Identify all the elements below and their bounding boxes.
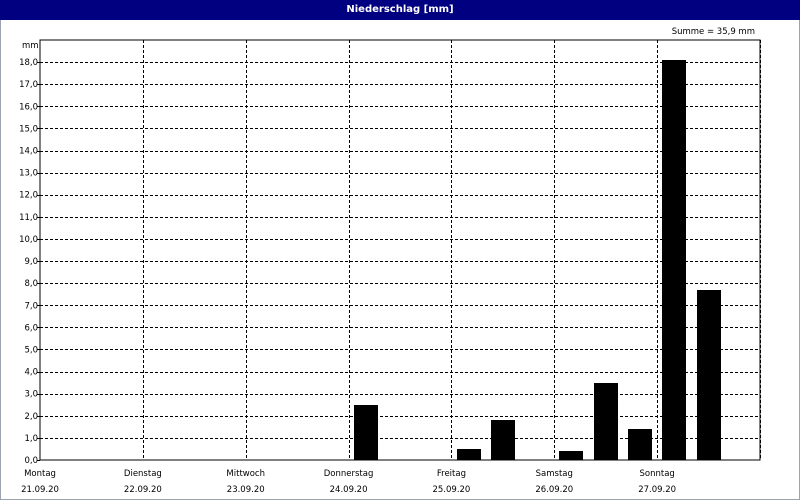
y-tick-label: 16,0 <box>19 102 38 112</box>
y-tick-label: 6,0 <box>24 323 38 333</box>
y-tick-label: 3,0 <box>24 390 38 400</box>
y-tick-label: 10,0 <box>19 235 38 245</box>
x-tick-label-date: 21.09.20 <box>21 485 59 495</box>
x-tick-label-day: Donnerstag <box>324 469 374 479</box>
y-tick-label: 15,0 <box>19 124 38 134</box>
x-tick-labels: Montag 21.09.20 Dienstag 22.09.20 Mittwoch 23… <box>21 469 676 495</box>
x-tick-label-day: Dienstag <box>124 469 162 479</box>
y-tick-label: 8,0 <box>24 279 38 289</box>
y-tick-label: 18,0 <box>19 58 38 68</box>
x-tick-label-date: 27.09.20 <box>638 485 676 495</box>
y-tick-label: 4,0 <box>24 368 38 378</box>
bar <box>662 60 686 460</box>
bar <box>457 449 481 460</box>
y-tick-label: 14,0 <box>19 147 38 157</box>
y-tick-label: 11,0 <box>19 213 38 223</box>
x-tick-label-date: 25.09.20 <box>432 485 470 495</box>
x-tick-label-date: 26.09.20 <box>535 485 573 495</box>
plot-area-border <box>39 39 761 461</box>
x-tick-label-date: 22.09.20 <box>124 485 162 495</box>
y-tick-label: 9,0 <box>24 257 38 267</box>
y-tick-label: 0,0 <box>24 456 38 466</box>
x-tick-label-day: Freitag <box>437 469 466 479</box>
y-tick-label: 17,0 <box>19 80 38 90</box>
bar <box>354 405 378 460</box>
bars-group <box>354 60 721 460</box>
bar <box>559 451 583 460</box>
x-tick-label-day: Sonntag <box>639 469 674 479</box>
x-tick-label-date: 24.09.20 <box>330 485 368 495</box>
grid-lines <box>40 40 761 460</box>
y-tick-label: 2,0 <box>24 412 38 422</box>
y-tick-labels: 0,0 1,0 2,0 3,0 4,0 5,0 6,0 7,0 8,0 9,0 10,0 11,0 12… <box>19 58 40 466</box>
bar <box>491 420 515 460</box>
x-tick-label-date: 23.09.20 <box>227 485 265 495</box>
y-tick-label: 1,0 <box>24 434 38 444</box>
precipitation-chart: Summe = 35,9 mm mm 0,0 1,0 2,0 3,0 4,0 5,0 6,0… <box>19 27 761 495</box>
bar <box>628 429 652 460</box>
y-tick-label: 7,0 <box>24 301 38 311</box>
y-tick-label: 5,0 <box>24 345 38 355</box>
y-tick-label: 12,0 <box>19 191 38 201</box>
x-tick-label-day: Samstag <box>536 469 573 479</box>
bar <box>697 290 721 460</box>
y-axis-unit-label: mm <box>22 41 39 51</box>
sum-label: Summe = 35,9 mm <box>672 27 755 37</box>
bar <box>594 383 618 460</box>
y-tick-label: 13,0 <box>19 169 38 179</box>
x-tick-label-day: Mittwoch <box>226 469 265 479</box>
x-tick-label-day: Montag <box>24 469 56 479</box>
